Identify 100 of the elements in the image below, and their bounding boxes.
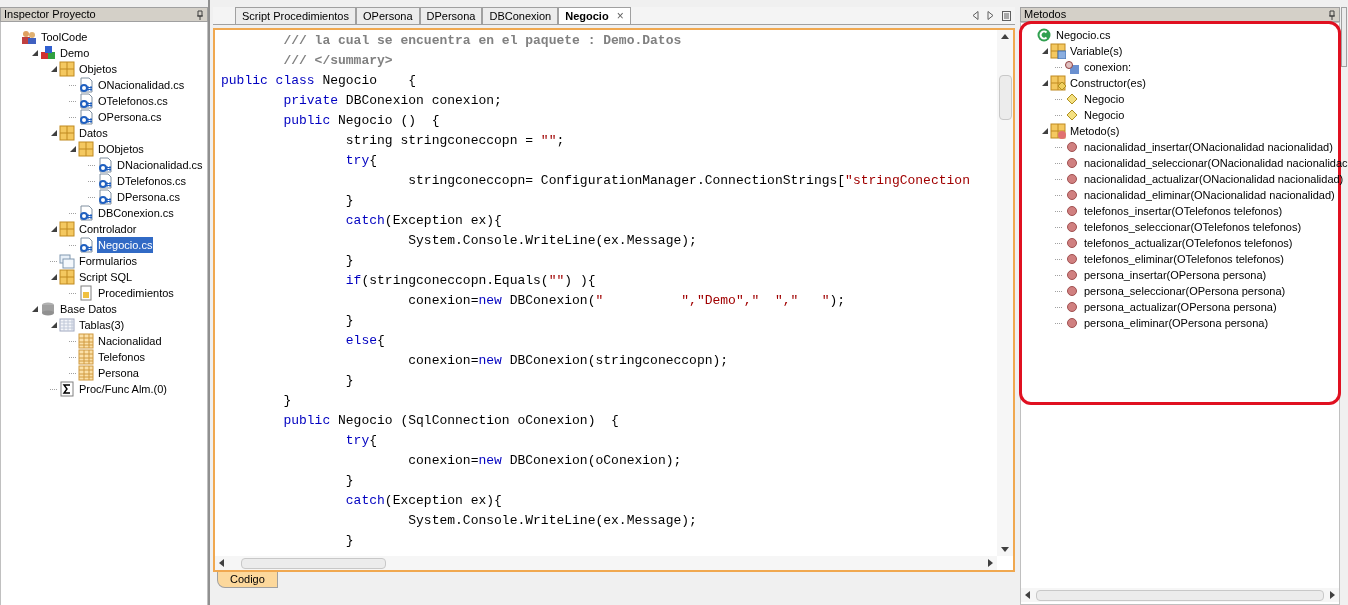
tree-item[interactable]: telefonos_seleccionar(OTelefonos telefonos)	[1083, 219, 1303, 235]
tree-item[interactable]: Procedimientos	[97, 285, 175, 301]
package-icon	[59, 269, 75, 285]
dot-icon	[1064, 187, 1080, 203]
expanded-icon[interactable]	[1042, 80, 1048, 86]
tree-item[interactable]: Controlador	[78, 221, 138, 237]
horizontal-scrollbar[interactable]	[215, 556, 997, 570]
expanded-icon[interactable]	[51, 130, 57, 136]
table-icon	[78, 365, 94, 381]
list-icon[interactable]	[1002, 10, 1011, 21]
tree-item[interactable]: DTelefonos.cs	[116, 173, 188, 189]
tree-item[interactable]: Negocio	[1083, 91, 1126, 107]
tree-item[interactable]: Metodo(s)	[1069, 123, 1121, 139]
horizontal-scrollbar[interactable]	[1021, 588, 1339, 602]
tree-item[interactable]: Negocio	[1083, 107, 1126, 123]
expanded-icon[interactable]	[70, 146, 76, 152]
code-line: }	[344, 192, 354, 210]
document-icon	[78, 285, 94, 301]
package-icon	[78, 141, 94, 157]
package-icon	[59, 61, 75, 77]
field-icon	[1064, 59, 1080, 75]
editor-tab[interactable]: OPersona	[356, 7, 420, 24]
tree-item[interactable]: conexion:	[1083, 59, 1133, 75]
tree-item[interactable]: Base Datos	[59, 301, 118, 317]
tree-item[interactable]: persona_eliminar(OPersona persona)	[1083, 315, 1270, 331]
expanded-icon[interactable]	[32, 50, 38, 56]
csharp-file-icon	[78, 77, 94, 93]
tree-item[interactable]: OPersona.cs	[97, 109, 163, 125]
code-line: }	[344, 472, 354, 490]
scroll-right-icon[interactable]	[988, 559, 993, 567]
tree-item[interactable]: DPersona.cs	[116, 189, 181, 205]
scroll-right-icon[interactable]	[1330, 591, 1335, 599]
tree-item[interactable]: Objetos	[78, 61, 118, 77]
editor-tab[interactable]: Script Procedimientos	[235, 7, 356, 24]
editor-tab[interactable]: DPersona	[419, 7, 483, 24]
scroll-up-icon[interactable]	[1001, 34, 1009, 39]
editor-tab[interactable]: DBConexion	[482, 7, 559, 24]
tree-item[interactable]: OTelefonos.cs	[97, 93, 169, 109]
tree-item[interactable]: persona_insertar(OPersona persona)	[1083, 267, 1268, 283]
tree-item[interactable]: Demo	[59, 45, 91, 61]
code-line: }	[344, 312, 354, 330]
tree-item[interactable]: nacionalidad_eliminar(ONacionalidad nacionalidad)	[1083, 187, 1336, 203]
tree-item[interactable]: telefonos_actualizar(OTelefonos telefonos)	[1083, 235, 1294, 251]
code-line: private DBConexion conexion;	[282, 92, 502, 110]
code-line: }	[344, 372, 354, 390]
scroll-left-icon[interactable]	[219, 559, 224, 567]
code-editor[interactable]	[213, 28, 1015, 572]
view-tab[interactable]: Codigo	[217, 572, 278, 588]
dot-icon	[1064, 299, 1080, 315]
tree-item[interactable]: persona_actualizar(OPersona persona)	[1083, 299, 1278, 315]
tree-item[interactable]: Datos	[78, 125, 109, 141]
scroll-left-icon[interactable]	[972, 11, 979, 20]
scrollbar-thumb[interactable]	[998, 75, 1012, 120]
expanded-icon[interactable]	[32, 306, 38, 312]
tree-item[interactable]: Formularios	[78, 253, 139, 269]
editor-tab[interactable]: Negocio ×	[558, 7, 631, 24]
tree-item[interactable]: Nacionalidad	[97, 333, 163, 349]
tree-item[interactable]: Telefonos	[97, 349, 147, 365]
code-line: }	[344, 252, 354, 270]
scroll-left-icon[interactable]	[1025, 591, 1030, 599]
code-line: public Negocio () {	[282, 112, 440, 130]
expanded-icon[interactable]	[51, 66, 57, 72]
expanded-icon[interactable]	[1042, 128, 1048, 134]
tree-item[interactable]: DNacionalidad.cs	[116, 157, 204, 173]
scrollbar-thumb[interactable]	[1036, 589, 1324, 601]
group-icon	[1050, 43, 1066, 59]
close-button[interactable]: ×	[616, 7, 624, 25]
tree-item[interactable]: nacionalidad_insertar(ONacionalidad nacionalidad)	[1083, 139, 1334, 155]
dot-icon	[1064, 155, 1080, 171]
tree-item[interactable]: Negocio.cs	[1055, 27, 1112, 43]
pin-icon[interactable]	[196, 9, 204, 20]
tree-item[interactable]: Negocio.cs	[97, 237, 154, 253]
expanded-icon[interactable]	[51, 322, 57, 328]
scrollbar-thumb[interactable]	[241, 557, 386, 569]
code-line: System.Console.WriteLine(ex.Message);	[407, 232, 697, 250]
vertical-scrollbar[interactable]	[997, 30, 1013, 556]
scroll-down-icon[interactable]	[1001, 547, 1009, 552]
tree-item[interactable]: DBConexion.cs	[97, 205, 175, 221]
tree-item[interactable]: telefonos_insertar(OTelefonos telefonos)	[1083, 203, 1284, 219]
tree-item[interactable]: ToolCode	[40, 29, 89, 45]
pin-icon[interactable]	[1328, 9, 1336, 20]
expanded-icon[interactable]	[51, 226, 57, 232]
dot-icon	[1064, 219, 1080, 235]
tree-item[interactable]: Proc/Func Alm.(0)	[78, 381, 169, 397]
tree-item[interactable]: DObjetos	[97, 141, 145, 157]
class-icon	[1036, 27, 1052, 43]
tree-item[interactable]: Persona	[97, 365, 140, 381]
tree-item[interactable]: Variable(s)	[1069, 43, 1124, 59]
tree-item[interactable]: telefonos_eliminar(OTelefonos telefonos)	[1083, 251, 1285, 267]
scroll-right-icon[interactable]	[987, 11, 994, 20]
blocks-icon	[40, 45, 56, 61]
tree-item[interactable]: Script SQL	[78, 269, 134, 285]
tree-item[interactable]: ONacionalidad.cs	[97, 77, 186, 93]
tree-item[interactable]: Tablas(3)	[78, 317, 126, 333]
expanded-icon[interactable]	[51, 274, 57, 280]
expanded-icon[interactable]	[1042, 48, 1048, 54]
tree-item[interactable]: persona_seleccionar(OPersona persona)	[1083, 283, 1287, 299]
code-line: }	[344, 532, 354, 550]
sigma-icon	[59, 381, 75, 397]
tree-item[interactable]: Constructor(es)	[1069, 75, 1147, 91]
